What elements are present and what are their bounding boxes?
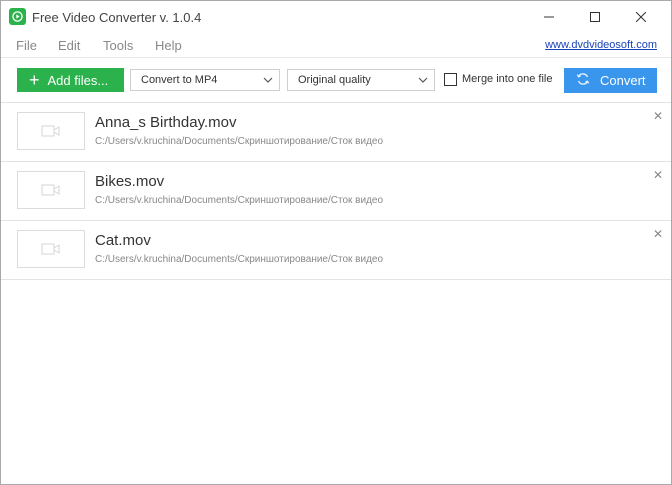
- video-camera-icon: [41, 243, 60, 255]
- format-select[interactable]: Convert to MP4: [130, 69, 280, 91]
- merge-checkbox[interactable]: [444, 73, 457, 86]
- plus-icon: +: [29, 70, 40, 90]
- list-item[interactable]: Anna_s Birthday.mov C:/Users/v.kruchina/…: [1, 103, 671, 162]
- list-item[interactable]: Cat.mov C:/Users/v.kruchina/Documents/Ск…: [1, 221, 671, 280]
- file-name: Cat.mov: [95, 232, 151, 249]
- add-files-label: Add files...: [47, 72, 109, 88]
- file-path: C:/Users/v.kruchina/Documents/Скриншотир…: [95, 195, 384, 206]
- menu-file[interactable]: File: [16, 38, 37, 53]
- minimize-button[interactable]: [526, 1, 572, 33]
- remove-file-icon[interactable]: ✕: [653, 227, 663, 241]
- menu-tools[interactable]: Tools: [103, 38, 133, 53]
- add-files-button[interactable]: + Add files...: [17, 68, 124, 92]
- video-thumbnail: [17, 171, 85, 209]
- video-thumbnail: [17, 112, 85, 150]
- sync-icon: [576, 72, 590, 90]
- format-select-value: Convert to MP4: [141, 74, 218, 86]
- quality-select[interactable]: Original quality: [287, 69, 435, 91]
- convert-label: Convert: [600, 73, 646, 88]
- file-path: C:/Users/v.kruchina/Documents/Скриншотир…: [95, 136, 384, 147]
- window-title: Free Video Converter v. 1.0.4: [32, 10, 202, 25]
- website-link[interactable]: www.dvdvideosoft.com: [545, 39, 657, 51]
- close-icon: [636, 12, 646, 22]
- file-path: C:/Users/v.kruchina/Documents/Скриншотир…: [95, 254, 384, 265]
- menu-edit[interactable]: Edit: [58, 38, 80, 53]
- chevron-down-icon: [418, 73, 428, 90]
- video-thumbnail: [17, 230, 85, 268]
- video-camera-icon: [41, 184, 60, 196]
- remove-file-icon[interactable]: ✕: [653, 168, 663, 182]
- toolbar: + Add files... Convert to MP4 Original q…: [1, 57, 671, 102]
- list-item[interactable]: Bikes.mov C:/Users/v.kruchina/Documents/…: [1, 162, 671, 221]
- menu-help[interactable]: Help: [155, 38, 182, 53]
- chevron-down-icon: [263, 73, 273, 90]
- app-window: Free Video Converter v. 1.0.4 File Edit …: [0, 0, 672, 485]
- close-button[interactable]: [618, 1, 664, 33]
- maximize-icon: [590, 12, 600, 22]
- convert-button[interactable]: Convert: [564, 68, 657, 93]
- quality-select-value: Original quality: [298, 74, 371, 86]
- title-bar[interactable]: Free Video Converter v. 1.0.4: [1, 1, 671, 33]
- video-camera-icon: [41, 125, 60, 137]
- maximize-button[interactable]: [572, 1, 618, 33]
- file-name: Bikes.mov: [95, 173, 165, 190]
- app-logo-icon: [9, 8, 26, 25]
- merge-label: Merge into one file: [462, 73, 553, 85]
- file-list: Anna_s Birthday.mov C:/Users/v.kruchina/…: [1, 102, 671, 280]
- menu-bar: File Edit Tools Help www.dvdvideosoft.co…: [1, 34, 671, 56]
- remove-file-icon[interactable]: ✕: [653, 109, 663, 123]
- minimize-icon: [544, 16, 554, 18]
- file-name: Anna_s Birthday.mov: [95, 114, 237, 131]
